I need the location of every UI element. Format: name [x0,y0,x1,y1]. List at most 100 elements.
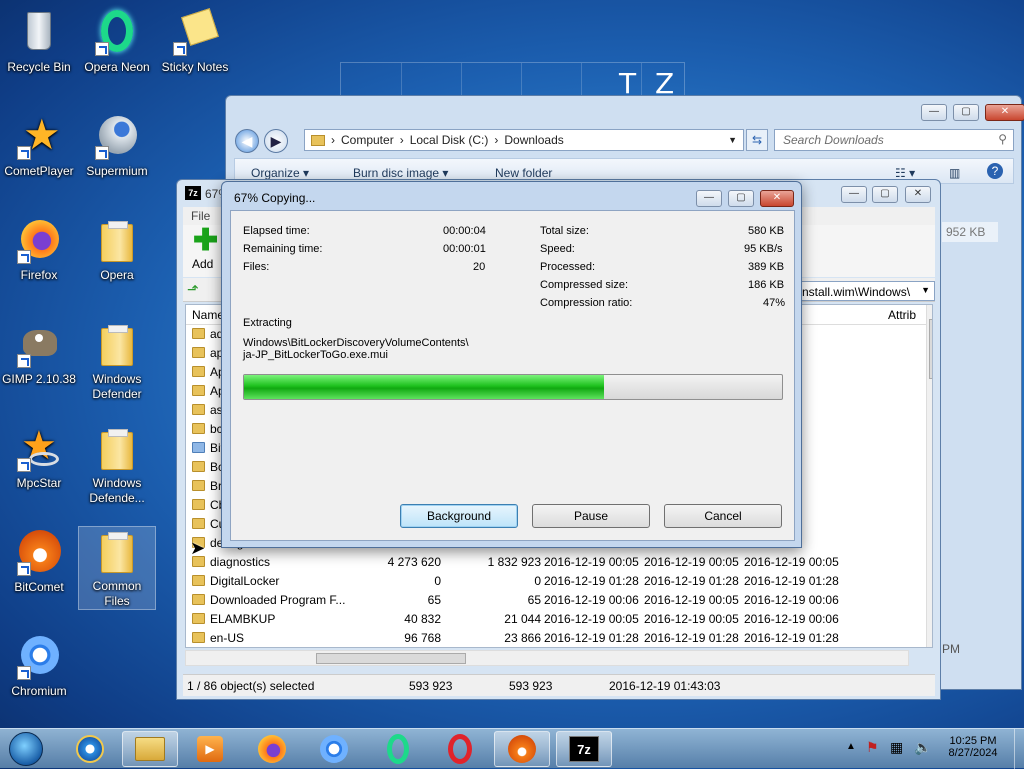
close-button[interactable]: ✕ [760,190,794,207]
folder-icon [93,320,141,368]
minimize-button[interactable]: — [841,186,867,203]
maximize-button[interactable]: ▢ [872,186,898,203]
folder-icon [192,328,205,339]
scroll-thumb[interactable] [316,653,466,664]
row-created: 2016-12-19 00:05 [644,612,739,626]
taskbar-7zip[interactable]: 7z [556,731,612,767]
speed-label: Speed: [540,243,575,255]
start-button[interactable] [0,731,52,767]
show-desktop-button[interactable] [1014,729,1024,769]
search-input[interactable]: Search Downloads ⚲ [774,129,1014,151]
desktop-icon-label: Opera Neon [84,60,150,74]
folder-up-icon[interactable]: ⬏ [187,281,207,299]
path-input[interactable]: nstall.wim\Windows\ ▼ [797,281,935,301]
gimp-icon [15,320,63,368]
taskbar-media-player[interactable]: ▶ [182,731,238,767]
menu-file[interactable]: File [191,209,210,223]
organize-button[interactable]: Organize ▾ [251,166,309,180]
cancel-button[interactable]: Cancel [664,504,782,528]
add-button-label[interactable]: Add [192,257,213,271]
cometplayer-icon: ★ [15,112,63,160]
status-size: 593 923 [409,679,453,693]
maximize-button[interactable]: ▢ [728,190,754,207]
taskbar-opera-neon[interactable] [370,731,426,767]
taskbar-file-explorer[interactable] [122,731,178,767]
vertical-scrollbar[interactable] [926,305,932,647]
breadcrumb-downloads[interactable]: Downloads [504,133,563,147]
taskbar-chromium[interactable] [306,731,362,767]
burn-disc-image-button[interactable]: Burn disc image ▾ [353,166,448,180]
taskbar-internet-explorer[interactable] [62,731,118,767]
horizontal-scrollbar[interactable] [185,650,909,666]
table-row[interactable]: ELAMBKUP 40 832 21 044 2016-12-19 00:05 2016… [186,610,921,629]
preview-pane-icon[interactable]: ▥ [949,166,960,180]
internet-explorer-icon [76,735,104,763]
table-row[interactable]: DigitalLocker 0 0 2016-12-19 01:28 2016-12-1… [186,572,921,591]
copy-progress-dialog[interactable]: 67% Copying... — ▢ ✕ Elapsed time: 00:00… [221,181,802,548]
row-modified: 2016-12-19 01:28 [544,631,639,645]
view-options-icon[interactable]: ☷ ▾ [895,166,915,180]
speed-value: 95 KB/s [744,243,783,255]
show-hidden-icons[interactable]: ▲ [846,741,856,752]
desktop-icon-opera-neon[interactable]: Opera Neon [78,8,156,75]
action-center-icon[interactable]: ⚑ [866,739,879,756]
desktop-icon-windows-defender-2[interactable]: Windows Defende... [78,424,156,506]
opera-icon [448,734,472,764]
close-button[interactable]: ✕ [905,186,931,203]
scroll-thumb[interactable] [929,319,932,379]
desktop-icon-supermium[interactable]: Supermium [78,112,156,179]
background-button[interactable]: Background [400,504,518,528]
forward-button[interactable]: ▶ [264,129,288,153]
compression-ratio-value: 47% [763,297,786,309]
table-row[interactable]: diagnostics 4 273 620 1 832 923 2016-12-19 … [186,553,921,572]
chevron-down-icon[interactable]: ▼ [728,135,737,145]
desktop-icon-common-files[interactable]: Common Files [78,526,156,610]
back-button[interactable]: ◀ [235,129,259,153]
desktop-icon-bitcomet[interactable]: BitComet [0,528,78,595]
help-icon[interactable]: ? [987,163,1003,179]
folder-icon [192,347,205,358]
column-attrib[interactable]: Attrib [888,308,916,322]
close-button[interactable]: ✕ [985,104,1024,121]
taskbar-firefox[interactable] [244,731,300,767]
desktop-icon-cometplayer[interactable]: ★ CometPlayer [0,112,78,179]
folder-icon [192,461,205,472]
row-accessed: 2016-12-19 00:06 [744,612,839,626]
desktop-icon-opera-folder[interactable]: Opera [78,216,156,283]
desktop-icon-gimp[interactable]: GIMP 2.10.38 [0,320,78,387]
volume-muted-icon[interactable]: 🔈 [914,739,931,756]
taskbar-opera[interactable] [432,731,488,767]
taskbar-bitcomet[interactable] [494,731,550,767]
table-row[interactable]: en-US 96 768 23 866 2016-12-19 01:28 2016-12… [186,629,921,647]
address-bar[interactable]: › Computer › Local Disk (C:) › Downloads… [304,129,744,151]
minimize-button[interactable]: — [696,190,722,207]
breadcrumb-separator-icon: › [494,133,499,147]
desktop-icon-firefox[interactable]: Firefox [0,216,78,283]
row-created: 2016-12-19 00:05 [644,555,739,569]
network-icon[interactable]: ▦ [890,739,903,756]
desktop-icon-sticky-notes[interactable]: Sticky Notes [156,8,234,75]
folder-icon [192,366,205,377]
column-name[interactable]: Name [192,308,224,322]
action-label: Extracting [243,317,292,329]
desktop-icon-chromium[interactable]: Chromium [0,632,78,699]
clock[interactable]: 10:25 PM 8/27/2024 [938,735,1008,759]
breadcrumb-separator-icon: › [399,133,404,147]
desktop-icon-windows-defender[interactable]: Windows Defender [78,320,156,402]
breadcrumb-computer[interactable]: Computer [341,133,394,147]
folder-icon [93,424,141,472]
chevron-down-icon[interactable]: ▼ [921,285,930,295]
file-icon [192,442,205,453]
7zip-icon: 7z [569,736,599,762]
add-icon[interactable]: ✚ [193,226,218,256]
desktop-icon-mpcstar[interactable]: ★ MpcStar [0,424,78,491]
maximize-button[interactable]: ▢ [953,104,979,121]
breadcrumb-local-disk[interactable]: Local Disk (C:) [410,133,489,147]
pause-button[interactable]: Pause [532,504,650,528]
refresh-icon[interactable]: ⇆ [746,129,768,151]
minimize-button[interactable]: — [921,104,947,121]
desktop-icon-recycle-bin[interactable]: Recycle Bin [0,8,78,75]
row-modified: 2016-12-19 00:05 [544,612,639,626]
table-row[interactable]: Downloaded Program F... 65 65 2016-12-19 00… [186,591,921,610]
new-folder-button[interactable]: New folder [495,166,552,180]
